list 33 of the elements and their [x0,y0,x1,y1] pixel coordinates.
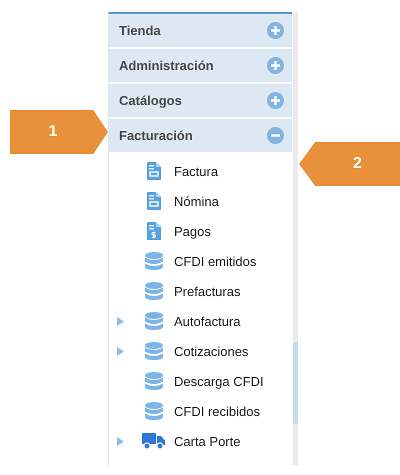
menu-item[interactable]: CFDI emitidos [174,254,256,268]
menu-item[interactable]: CFDI recibidos [174,404,260,418]
menu-section[interactable]: Facturación [109,119,292,152]
database-icon [145,372,163,390]
expand-icon[interactable] [267,22,284,39]
expand-arrow-icon[interactable] [117,316,124,326]
callout-marker: 2 [299,142,400,186]
collapse-icon[interactable] [267,127,284,144]
menu-section[interactable]: Catálogos [109,84,292,117]
expand-arrow-icon[interactable] [117,436,124,446]
database-icon [145,312,163,330]
expand-arrow-icon[interactable] [117,346,124,356]
database-icon [145,402,163,420]
menu-item[interactable]: Pagos [174,224,211,238]
database-icon [145,282,163,300]
menu-item[interactable]: Factura [174,164,218,178]
callout-marker: 1 [10,110,108,154]
menu-item[interactable]: Nómina [174,194,219,208]
menu-item[interactable]: Autofactura [174,314,240,328]
expand-icon[interactable] [267,57,284,74]
menu-item[interactable]: Descarga CFDI [174,374,264,388]
menu-section[interactable]: Administración [109,49,292,82]
invoice-dollar-icon [147,222,161,240]
menu-item[interactable]: Carta Porte [174,434,240,448]
database-icon [145,342,163,360]
document-icon [147,162,161,180]
menu-section[interactable]: Tienda [109,14,292,47]
expand-icon[interactable] [267,92,284,109]
menu-item[interactable]: Prefacturas [174,284,240,298]
menu-item[interactable]: Cotizaciones [174,344,248,358]
truck-icon [142,432,166,450]
database-icon [145,252,163,270]
document-icon [147,192,161,210]
